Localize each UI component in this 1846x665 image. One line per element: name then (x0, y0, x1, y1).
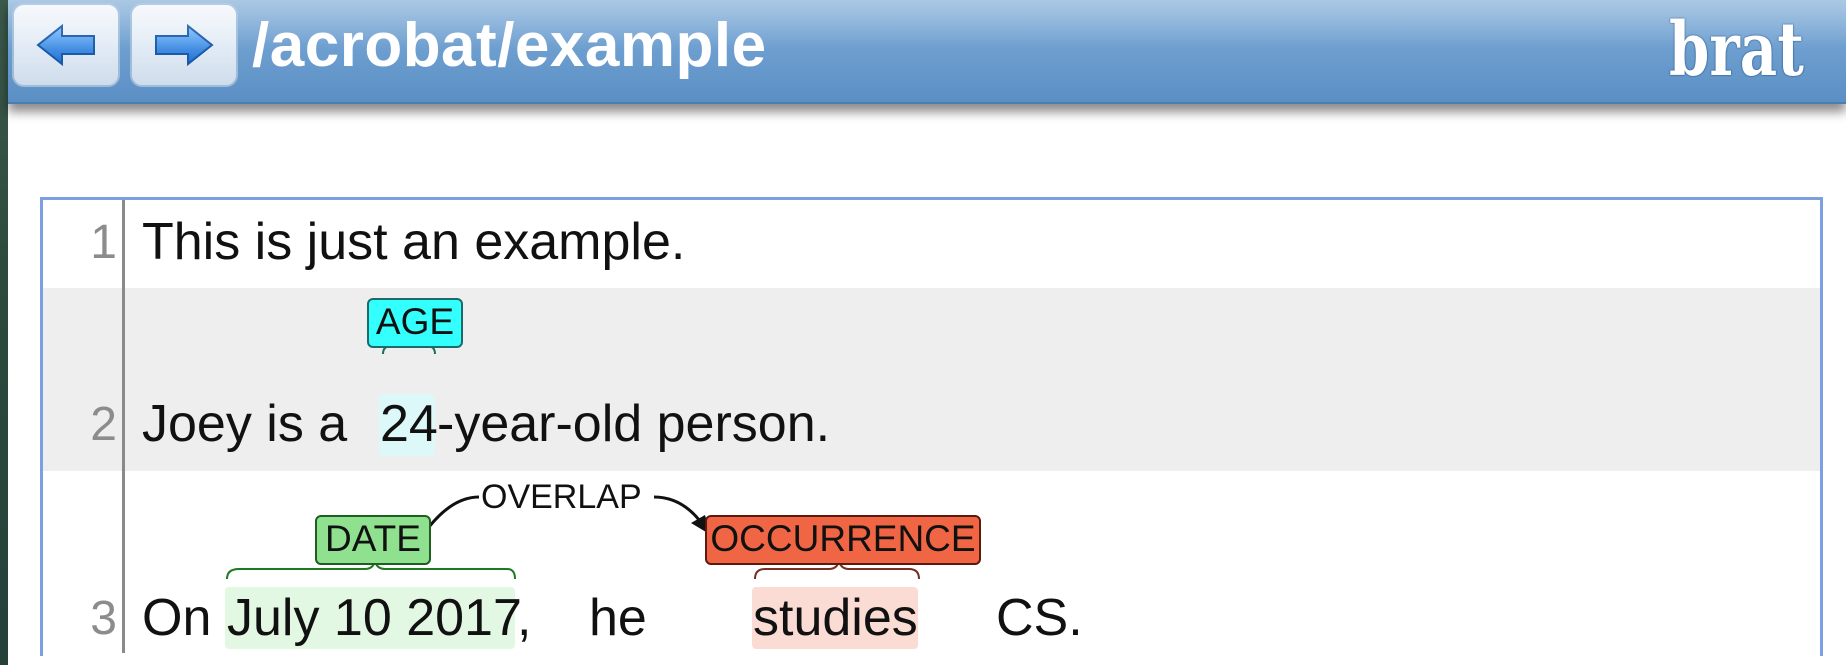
document-path-title: /acrobat/example (252, 11, 767, 80)
overlap-relation-label[interactable]: OVERLAP (481, 478, 642, 517)
sentence-row-2: 2 Joey is a 24 -year-old person. AGE (43, 288, 1820, 471)
age-label[interactable]: AGE (367, 298, 463, 348)
occurrence-label[interactable]: OCCURRENCE (705, 515, 981, 565)
header-bar: /acrobat/example brat (8, 0, 1846, 104)
document-view: 1 This is just an example. 2 Joey is a 2… (40, 197, 1823, 659)
relation-arcs (226, 495, 920, 580)
brat-logo: brat (1669, 7, 1804, 93)
line-number: 1 (90, 216, 117, 269)
overlap-arc-left (427, 495, 480, 528)
window-edge (0, 0, 8, 665)
previous-document-button[interactable] (12, 3, 120, 87)
date-label[interactable]: DATE (315, 515, 431, 565)
age-brace (382, 336, 436, 355)
line-number-gutter-divider (122, 200, 125, 653)
arrow-left-icon (36, 23, 95, 67)
sentence-row-3: 3 On July 10 2017 , he studies CS. OVERL… (43, 471, 1820, 659)
sentence-text: This is just an example. (142, 213, 686, 271)
next-document-button[interactable] (130, 3, 238, 87)
sentence-row-1: 1 This is just an example. (43, 200, 1820, 288)
arrow-right-icon (155, 23, 214, 67)
